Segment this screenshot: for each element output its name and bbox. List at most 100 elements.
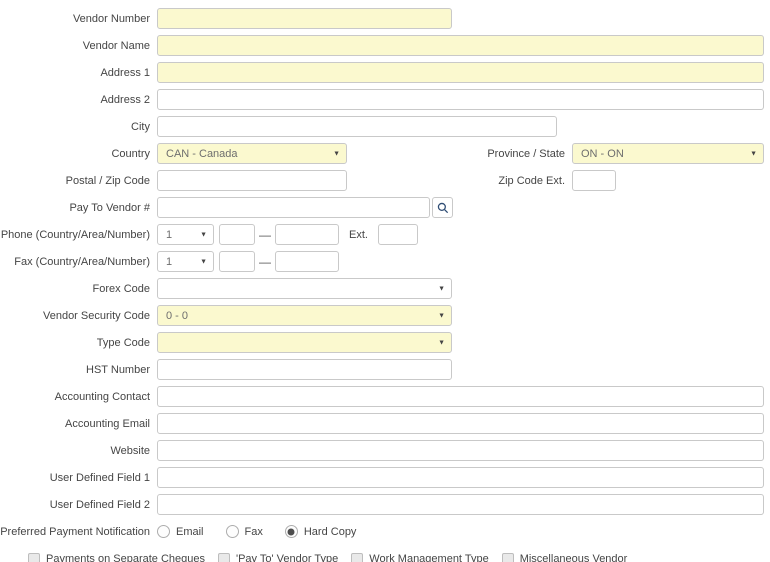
row-city: City: [0, 116, 770, 137]
row-type-code: Type Code ▼: [0, 332, 770, 353]
hst-input[interactable]: [157, 359, 452, 380]
fax-dash: —: [259, 255, 271, 269]
row-udf1: User Defined Field 1: [0, 467, 770, 488]
phone-country-value: 1: [166, 229, 172, 241]
chevron-down-icon: ▼: [750, 150, 757, 157]
udf1-label: User Defined Field 1: [0, 472, 150, 484]
vendor-number-input[interactable]: [157, 8, 452, 29]
checkbox-miscellaneous-vendor[interactable]: Miscellaneous Vendor: [502, 553, 628, 562]
accounting-contact-input[interactable]: [157, 386, 764, 407]
chevron-down-icon: ▼: [438, 312, 445, 319]
province-select[interactable]: ON - ON ▼: [572, 143, 764, 164]
city-input[interactable]: [157, 116, 557, 137]
phone-ext-label: Ext.: [349, 229, 368, 241]
website-label: Website: [0, 445, 150, 457]
checkbox-payments-separate-cheques-label: Payments on Separate Cheques: [46, 553, 205, 562]
row-vendor-name: Vendor Name: [0, 35, 770, 56]
checkbox-miscellaneous-vendor-label: Miscellaneous Vendor: [520, 553, 628, 562]
row-pay-to-vendor: Pay To Vendor #: [0, 197, 770, 218]
vendor-security-select[interactable]: 0 - 0 ▼: [157, 305, 452, 326]
zip-ext-input[interactable]: [572, 170, 616, 191]
radio-email-label: Email: [176, 526, 204, 538]
row-website: Website: [0, 440, 770, 461]
row-country-province: Country CAN - Canada ▼ Province / State …: [0, 143, 770, 164]
udf1-input[interactable]: [157, 467, 764, 488]
pay-to-vendor-input[interactable]: [157, 197, 430, 218]
postal-label: Postal / Zip Code: [0, 175, 150, 187]
chevron-down-icon: ▼: [200, 258, 207, 265]
type-code-label: Type Code: [0, 337, 150, 349]
radio-hard-copy[interactable]: Hard Copy: [285, 525, 357, 538]
country-label: Country: [0, 148, 150, 160]
row-fax: Fax (Country/Area/Number) 1 ▼ —: [0, 251, 770, 272]
accounting-contact-label: Accounting Contact: [0, 391, 150, 403]
zip-ext-label: Zip Code Ext.: [347, 175, 565, 187]
pay-to-vendor-label: Pay To Vendor #: [0, 202, 150, 214]
row-udf2: User Defined Field 2: [0, 494, 770, 515]
phone-area-input[interactable]: [219, 224, 255, 245]
province-select-value: ON - ON: [581, 148, 624, 160]
country-select[interactable]: CAN - Canada ▼: [157, 143, 347, 164]
checkbox-work-management-type[interactable]: Work Management Type: [351, 553, 488, 562]
udf2-input[interactable]: [157, 494, 764, 515]
radio-email-circle[interactable]: [157, 525, 170, 538]
checkbox-pay-to-vendor-type[interactable]: 'Pay To' Vendor Type: [218, 553, 338, 562]
checkbox-payments-separate-cheques[interactable]: Payments on Separate Cheques: [28, 553, 205, 562]
fax-number-input[interactable]: [275, 251, 339, 272]
preferred-payment-radio-group: Email Fax Hard Copy: [157, 525, 378, 538]
row-accounting-contact: Accounting Contact: [0, 386, 770, 407]
fax-label: Fax (Country/Area/Number): [0, 256, 150, 268]
country-select-value: CAN - Canada: [166, 148, 238, 160]
fax-country-select[interactable]: 1 ▼: [157, 251, 214, 272]
radio-fax[interactable]: Fax: [226, 525, 263, 538]
address2-label: Address 2: [0, 94, 150, 106]
vendor-security-value: 0 - 0: [166, 310, 188, 322]
row-address1: Address 1: [0, 62, 770, 83]
checkbox-miscellaneous-vendor-box[interactable]: [502, 553, 514, 562]
checkbox-payments-separate-cheques-box[interactable]: [28, 553, 40, 562]
chevron-down-icon: ▼: [200, 231, 207, 238]
chevron-down-icon: ▼: [438, 339, 445, 346]
postal-input[interactable]: [157, 170, 347, 191]
radio-email[interactable]: Email: [157, 525, 204, 538]
forex-select[interactable]: ▼: [157, 278, 452, 299]
type-code-select[interactable]: ▼: [157, 332, 452, 353]
search-icon: [437, 202, 449, 214]
checkbox-pay-to-vendor-type-box[interactable]: [218, 553, 230, 562]
address1-input[interactable]: [157, 62, 764, 83]
row-address2: Address 2: [0, 89, 770, 110]
radio-hard-copy-label: Hard Copy: [304, 526, 357, 538]
row-hst: HST Number: [0, 359, 770, 380]
address2-input[interactable]: [157, 89, 764, 110]
checkbox-work-management-type-box[interactable]: [351, 553, 363, 562]
chevron-down-icon: ▼: [333, 150, 340, 157]
radio-fax-label: Fax: [245, 526, 263, 538]
row-postal-zipext: Postal / Zip Code Zip Code Ext.: [0, 170, 770, 191]
row-forex: Forex Code ▼: [0, 278, 770, 299]
phone-number-input[interactable]: [275, 224, 339, 245]
website-input[interactable]: [157, 440, 764, 461]
fax-area-input[interactable]: [219, 251, 255, 272]
vendor-number-label: Vendor Number: [0, 13, 150, 25]
vendor-security-label: Vendor Security Code: [0, 310, 150, 322]
vendor-search-button[interactable]: [432, 197, 453, 218]
row-phone: Phone (Country/Area/Number) 1 ▼ — Ext.: [0, 224, 770, 245]
radio-hard-copy-circle[interactable]: [285, 525, 298, 538]
province-label: Province / State: [347, 148, 565, 160]
radio-fax-circle[interactable]: [226, 525, 239, 538]
phone-label: Phone (Country/Area/Number): [0, 229, 150, 241]
vendor-form: Vendor Number Vendor Name Address 1 Addr…: [0, 0, 770, 562]
accounting-email-label: Accounting Email: [0, 418, 150, 430]
hst-label: HST Number: [0, 364, 150, 376]
phone-ext-input[interactable]: [378, 224, 418, 245]
row-vendor-number: Vendor Number: [0, 8, 770, 29]
checkbox-pay-to-vendor-type-label: 'Pay To' Vendor Type: [236, 553, 338, 562]
udf2-label: User Defined Field 2: [0, 499, 150, 511]
accounting-email-input[interactable]: [157, 413, 764, 434]
row-vendor-flags: Payments on Separate Cheques 'Pay To' Ve…: [0, 553, 770, 562]
preferred-payment-label: Preferred Payment Notification: [0, 526, 150, 538]
vendor-name-input[interactable]: [157, 35, 764, 56]
phone-country-select[interactable]: 1 ▼: [157, 224, 214, 245]
row-accounting-email: Accounting Email: [0, 413, 770, 434]
vendor-name-label: Vendor Name: [0, 40, 150, 52]
